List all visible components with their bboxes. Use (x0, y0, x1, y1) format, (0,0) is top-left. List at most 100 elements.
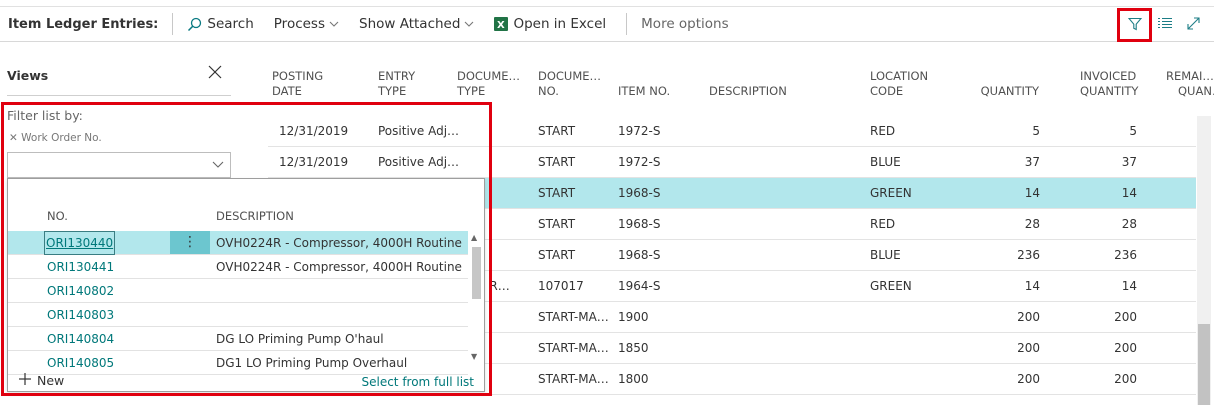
lookup-scrollbar[interactable]: ▲ ▼ (470, 231, 482, 369)
col-entry-type[interactable]: ENTRY TYPE (378, 69, 415, 99)
header-text: INVOICED (1080, 69, 1137, 83)
header-text: QUAN… (1178, 84, 1214, 98)
new-button[interactable]: New (19, 373, 64, 388)
header-text: TYPE (457, 84, 486, 98)
cell-document-no: START-MA… (538, 372, 609, 386)
process-menu[interactable]: Process (274, 16, 339, 32)
header-text: NO. (538, 84, 559, 98)
cell-location-code: GREEN (870, 279, 912, 293)
col-description[interactable]: DESCRIPTION (709, 84, 787, 99)
cell-posting-date: 12/31/2019 (279, 155, 349, 169)
lookup-description: DG1 LO Priming Pump Overhaul (216, 356, 408, 370)
search-button[interactable]: Search (187, 16, 254, 32)
cell-entry-type: Positive Adj… (378, 155, 460, 169)
search-label: Search (207, 16, 254, 32)
search-icon (187, 17, 202, 32)
col-invoiced-quantity[interactable]: INVOICED QUANTITY (1080, 69, 1138, 99)
lookup-row[interactable]: ORI140805 DG1 LO Priming Pump Overhaul (8, 351, 468, 375)
cell-entry-type: Positive Adj… (378, 124, 460, 138)
table-row[interactable]: 12/31/2019 Positive Adj… START 1972-S RED 5 5 (268, 116, 1196, 147)
lookup-description: DG LO Priming Pump O'haul (216, 332, 384, 346)
filter-field-chip[interactable]: ✕ Work Order No. (9, 132, 102, 144)
cell-quantity: 14 (1024, 279, 1040, 293)
col-posting-date[interactable]: POSTING DATE (272, 69, 323, 99)
lookup-row[interactable]: ORI140803 (8, 303, 468, 327)
more-options-button[interactable]: More options (641, 16, 728, 32)
chevron-down-icon[interactable] (212, 158, 224, 172)
close-views-button[interactable] (207, 64, 223, 83)
lookup-work-order-no[interactable]: ORI140803 (47, 303, 114, 327)
toolbar-divider (172, 13, 174, 35)
header-text: LOCATION (870, 69, 929, 83)
list-icon (1158, 18, 1172, 32)
remove-filter-icon[interactable]: ✕ (9, 132, 18, 144)
cell-location-code: RED (870, 217, 896, 231)
table-row[interactable]: 12/31/2019 Positive Adj… START 1972-S BLUE 37… (268, 147, 1196, 178)
list-view-button[interactable] (1158, 17, 1172, 32)
header-text: CODE (870, 84, 904, 98)
cell-invoiced-quantity: 200 (1114, 372, 1137, 386)
lookup-work-order-no[interactable]: ORI140805 (47, 351, 114, 375)
header-text: TYPE (378, 84, 407, 98)
cell-invoiced-quantity: 200 (1114, 341, 1137, 355)
header-text: DOCUME… (457, 69, 521, 83)
lookup-scrollbar-thumb[interactable] (472, 247, 481, 299)
cell-location-code: GREEN (870, 186, 912, 200)
row-actions-icon[interactable]: ⋮ (170, 231, 210, 254)
work-order-filter-input[interactable] (7, 152, 231, 178)
cell-invoiced-quantity: 5 (1129, 124, 1137, 138)
cell-quantity: 14 (1024, 186, 1040, 200)
action-bar: Item Ledger Entries: Search Process Show… (0, 6, 1214, 42)
cell-document-no: START (538, 248, 576, 262)
close-icon (207, 65, 223, 83)
filter-icon (1127, 17, 1142, 34)
cell-invoiced-quantity: 37 (1121, 155, 1137, 169)
col-quantity[interactable]: QUANTITY (970, 84, 1039, 99)
scroll-down-icon[interactable]: ▼ (471, 352, 477, 361)
lookup-row[interactable]: ORI130440 ⋮ OVH0224R - Compressor, 4000H R… (8, 231, 468, 255)
cell-quantity: 28 (1024, 217, 1040, 231)
cell-item-no: 1850 (618, 341, 649, 355)
lookup-description: OVH0224R - Compressor, 4000H Routine (216, 260, 462, 274)
col-item-no[interactable]: ITEM NO. (618, 84, 670, 99)
filter-pane-button[interactable] (1117, 8, 1152, 42)
header-text: QUANTITY (1080, 84, 1139, 98)
select-from-full-list-link[interactable]: Select from full list (361, 375, 474, 389)
lookup-row[interactable]: ORI140802 (8, 279, 468, 303)
cell-document-no: START (538, 217, 576, 231)
show-attached-menu[interactable]: Show Attached (359, 16, 474, 32)
expand-button[interactable] (1186, 16, 1201, 34)
cell-location-code: BLUE (870, 248, 901, 262)
cell-item-no: 1972-S (618, 124, 661, 138)
cell-location-code: RED (870, 124, 896, 138)
views-title: Views (7, 68, 49, 83)
grid-scrollbar-thumb[interactable] (1198, 324, 1210, 405)
lookup-header-no: NO. (47, 209, 68, 223)
open-in-excel-button[interactable]: X Open in Excel (494, 16, 606, 32)
col-location-code[interactable]: LOCATION CODE (870, 69, 928, 99)
cell-document-no: START (538, 155, 576, 169)
cell-quantity: 37 (1024, 155, 1040, 169)
lookup-row[interactable]: ORI130441 OVH0224R - Compressor, 4000H Ro… (8, 255, 468, 279)
col-document-type[interactable]: DOCUME… TYPE (457, 69, 520, 99)
filter-field-name: Work Order No. (21, 132, 102, 144)
cell-invoiced-quantity: 28 (1121, 217, 1137, 231)
cell-invoiced-quantity: 14 (1121, 279, 1137, 293)
header-text: ENTRY (378, 69, 416, 83)
cell-item-no: 1972-S (618, 155, 661, 169)
chevron-down-icon (329, 21, 339, 28)
col-remaining-quantity[interactable]: REMAI… QUAN… (1166, 69, 1214, 99)
more-options-label: More options (641, 16, 729, 32)
cell-invoiced-quantity: 236 (1114, 248, 1137, 262)
col-document-no[interactable]: DOCUME… NO. (538, 69, 601, 99)
lookup-work-order-no[interactable]: ORI140802 (47, 279, 114, 303)
lookup-work-order-no[interactable]: ORI140804 (47, 327, 114, 351)
lookup-work-order-no[interactable]: ORI130441 (47, 255, 114, 279)
filter-list-label: Filter list by: (7, 108, 83, 123)
cell-item-no: 1900 (618, 310, 649, 324)
lookup-work-order-no[interactable]: ORI130440 (44, 231, 116, 255)
lookup-row[interactable]: ORI140804 DG LO Priming Pump O'haul (8, 327, 468, 351)
cell-document-no: START (538, 186, 576, 200)
cell-document-no: START (538, 124, 576, 138)
scroll-up-icon[interactable]: ▲ (471, 233, 477, 242)
